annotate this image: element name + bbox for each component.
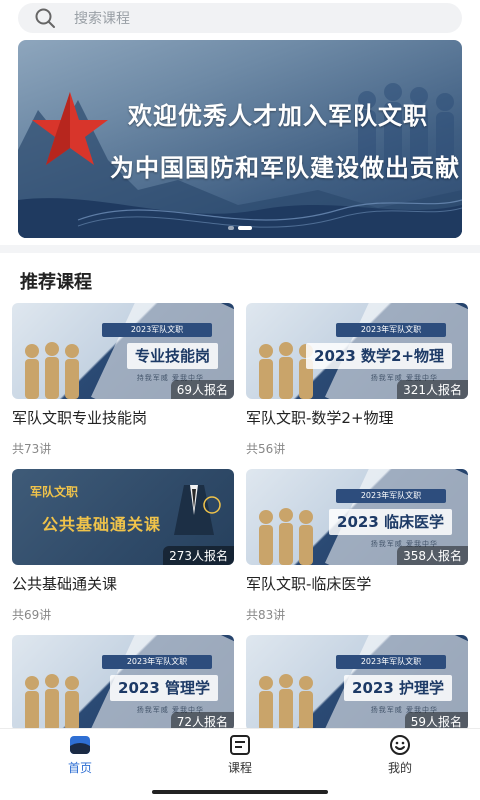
bottom-tab-bar: 首页 课程 我的 [0, 728, 480, 780]
banner-headline: 欢迎优秀人才加入军队文职 [128, 101, 428, 130]
course-name: 公共基础通关课 [12, 575, 118, 593]
course-card[interactable]: 2023年军队文职 2023 数学2+物理 扬我军威 爱我中华 321人报名 军… [246, 303, 468, 457]
top-area: 搜索课程 欢迎优秀人才加入军队文职 为中国国防和军队建设做出贡献 [0, 0, 480, 245]
search-placeholder: 搜索课程 [74, 11, 130, 27]
course-thumbnail: 2023年军队文职 2023 数学2+物理 扬我军威 爱我中华 321人报名 [246, 303, 468, 399]
course-thumb-pill: 2023年军队文职 [336, 489, 446, 503]
enrolled-badge: 69人报名 [170, 380, 234, 399]
carousel-indicator [228, 226, 252, 230]
course-thumb-title: 2023 数学2+物理 [306, 343, 452, 369]
course-thumb-title: 2023 临床医学 [329, 509, 452, 535]
home-indicator [152, 790, 328, 794]
tab-profile[interactable]: 我的 [320, 729, 480, 780]
soldiers-graphic [25, 342, 79, 399]
banner-subheadline: 为中国国防和军队建设做出贡献 [110, 153, 460, 182]
lesson-count: 共83讲 [246, 608, 286, 622]
carousel-dot-active [238, 226, 252, 230]
lesson-count: 共56讲 [246, 442, 286, 456]
section-divider [0, 245, 480, 253]
tab-courses[interactable]: 课程 [160, 729, 320, 780]
course-thumbnail: 2023军队文职 专业技能岗 持我军威 爱我中华 69人报名 [12, 303, 234, 399]
lesson-count: 共69讲 [12, 608, 52, 622]
tab-label: 我的 [387, 760, 412, 775]
search-icon [35, 8, 55, 28]
course-card[interactable]: 2023军队文职 专业技能岗 持我军威 爱我中华 69人报名 军队文职专业技能岗… [12, 303, 234, 457]
soldiers-graphic [25, 674, 79, 731]
course-thumbnail: 军队文职 公共基础通关课 273人报名 [12, 469, 234, 565]
search-bar[interactable]: 搜索课程 [18, 3, 462, 33]
course-thumb-title: 专业技能岗 [126, 343, 218, 369]
banner-artwork [18, 83, 462, 238]
course-thumb-title: 2023 管理学 [110, 675, 218, 701]
tab-label: 课程 [227, 760, 252, 775]
course-thumbnail: 2023年军队文职 2023 护理学 扬我军威 爱我中华 59人报名 [246, 635, 468, 731]
course-icon [230, 734, 250, 755]
enrolled-badge: 321人报名 [397, 380, 468, 399]
course-name: 军队文职-数学2+物理 [246, 409, 394, 427]
soldiers-graphic [259, 674, 313, 731]
tab-label: 首页 [67, 760, 92, 775]
course-thumb-pill: 2023军队文职 [102, 323, 212, 337]
course-card[interactable]: 2023年军队文职 2023 管理学 扬我军威 爱我中华 72人报名 [12, 635, 234, 731]
section-title: 推荐课程 [20, 272, 92, 293]
course-card[interactable]: 军队文职 公共基础通关课 273人报名 公共基础通关课 共69讲 [12, 469, 234, 623]
home-icon [70, 735, 90, 754]
officer-graphic [174, 485, 221, 535]
course-name: 军队文职专业技能岗 [12, 409, 148, 427]
carousel-dot [228, 226, 234, 230]
enrolled-badge: 273人报名 [163, 546, 234, 565]
course-thumbnail: 2023年军队文职 2023 管理学 扬我军威 爱我中华 72人报名 [12, 635, 234, 731]
course-thumb-pill: 2023年军队文职 [336, 655, 446, 669]
tab-home[interactable]: 首页 [0, 729, 160, 780]
course-thumb-pill: 2023年军队文职 [102, 655, 212, 669]
soldiers-graphic [259, 508, 313, 565]
course-thumbnail: 2023年军队文职 2023 临床医学 扬我军威 爱我中华 358人报名 [246, 469, 468, 565]
profile-icon [390, 734, 410, 755]
course-name: 军队文职-临床医学 [246, 575, 372, 593]
course-thumb-tag: 军队文职 [30, 485, 79, 499]
course-thumb-title: 公共基础通关课 [42, 515, 162, 534]
hero-banner[interactable]: 欢迎优秀人才加入军队文职 为中国国防和军队建设做出贡献 [18, 40, 462, 238]
enrolled-badge: 358人报名 [397, 546, 468, 565]
course-thumb-title: 2023 护理学 [344, 675, 452, 701]
course-card[interactable]: 2023年军队文职 2023 临床医学 扬我军威 爱我中华 358人报名 军队文… [246, 469, 468, 623]
lesson-count: 共73讲 [12, 442, 52, 456]
course-card[interactable]: 2023年军队文职 2023 护理学 扬我军威 爱我中华 59人报名 [246, 635, 468, 731]
course-thumb-pill: 2023年军队文职 [336, 323, 446, 337]
